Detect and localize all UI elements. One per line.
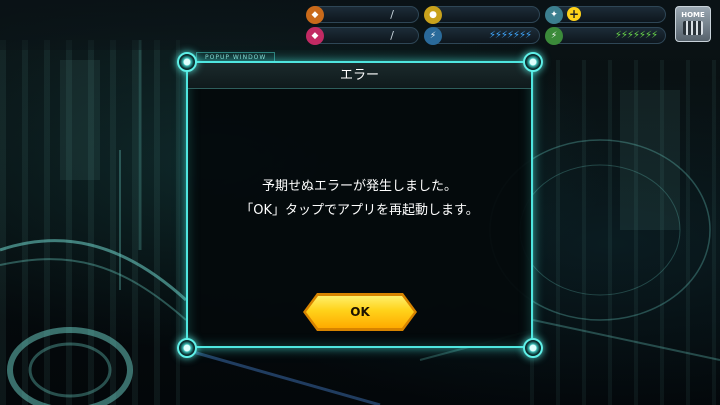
premium-counter[interactable]: ✦ + bbox=[545, 6, 666, 24]
coin-icon: ● bbox=[424, 6, 442, 24]
dialog-message-line2: 「OK」タップでアプリを再起動します。 bbox=[240, 203, 479, 218]
frame-corner-top-right bbox=[523, 52, 543, 72]
gem-counter-separator: / bbox=[390, 8, 394, 21]
frame-corner-bottom-right bbox=[523, 338, 543, 358]
frame-corner-top-left bbox=[177, 52, 197, 72]
dialog-title: エラー bbox=[188, 63, 531, 89]
dialog-message: 予期せぬエラーが発生しました。 「OK」タップでアプリを再起動します。 bbox=[188, 175, 531, 223]
stamina-bolts: ⚡⚡⚡⚡⚡⚡⚡ bbox=[614, 30, 658, 41]
energy-icon: ⚡ bbox=[424, 27, 442, 45]
add-icon[interactable]: + bbox=[567, 7, 581, 21]
energy-gauge: ⚡ ⚡⚡⚡⚡⚡⚡⚡ bbox=[424, 27, 540, 45]
ticket-counter[interactable]: ◆ / bbox=[306, 27, 419, 45]
ticket-counter-separator: / bbox=[390, 29, 394, 42]
medal-icon: ✦ bbox=[545, 6, 563, 24]
stamina-icon: ⚡ bbox=[545, 27, 563, 45]
gem-icon: ◆ bbox=[306, 6, 324, 24]
stamina-gauge: ⚡ ⚡⚡⚡⚡⚡⚡⚡ bbox=[545, 27, 666, 45]
gem-counter[interactable]: ◆ / bbox=[306, 6, 419, 24]
top-hud: ◆ / ◆ / ● ⚡ ⚡⚡⚡⚡⚡⚡⚡ ✦ + ⚡ ⚡⚡⚡⚡⚡⚡⚡ HOME bbox=[0, 0, 720, 50]
home-icon bbox=[683, 21, 703, 35]
energy-bolts: ⚡⚡⚡⚡⚡⚡⚡ bbox=[488, 30, 532, 41]
game-screen: ◆ / ◆ / ● ⚡ ⚡⚡⚡⚡⚡⚡⚡ ✦ + ⚡ ⚡⚡⚡⚡⚡⚡⚡ HOME P… bbox=[0, 0, 720, 405]
ticket-icon: ◆ bbox=[306, 27, 324, 45]
home-button[interactable]: HOME bbox=[675, 6, 711, 42]
ok-button[interactable]: OK bbox=[303, 293, 417, 331]
dialog-message-line1: 予期せぬエラーが発生しました。 bbox=[261, 179, 457, 194]
frame-corner-bottom-left bbox=[177, 338, 197, 358]
coin-counter[interactable]: ● bbox=[424, 6, 540, 24]
home-label: HOME bbox=[681, 11, 705, 19]
ok-button-label: OK bbox=[306, 296, 414, 328]
